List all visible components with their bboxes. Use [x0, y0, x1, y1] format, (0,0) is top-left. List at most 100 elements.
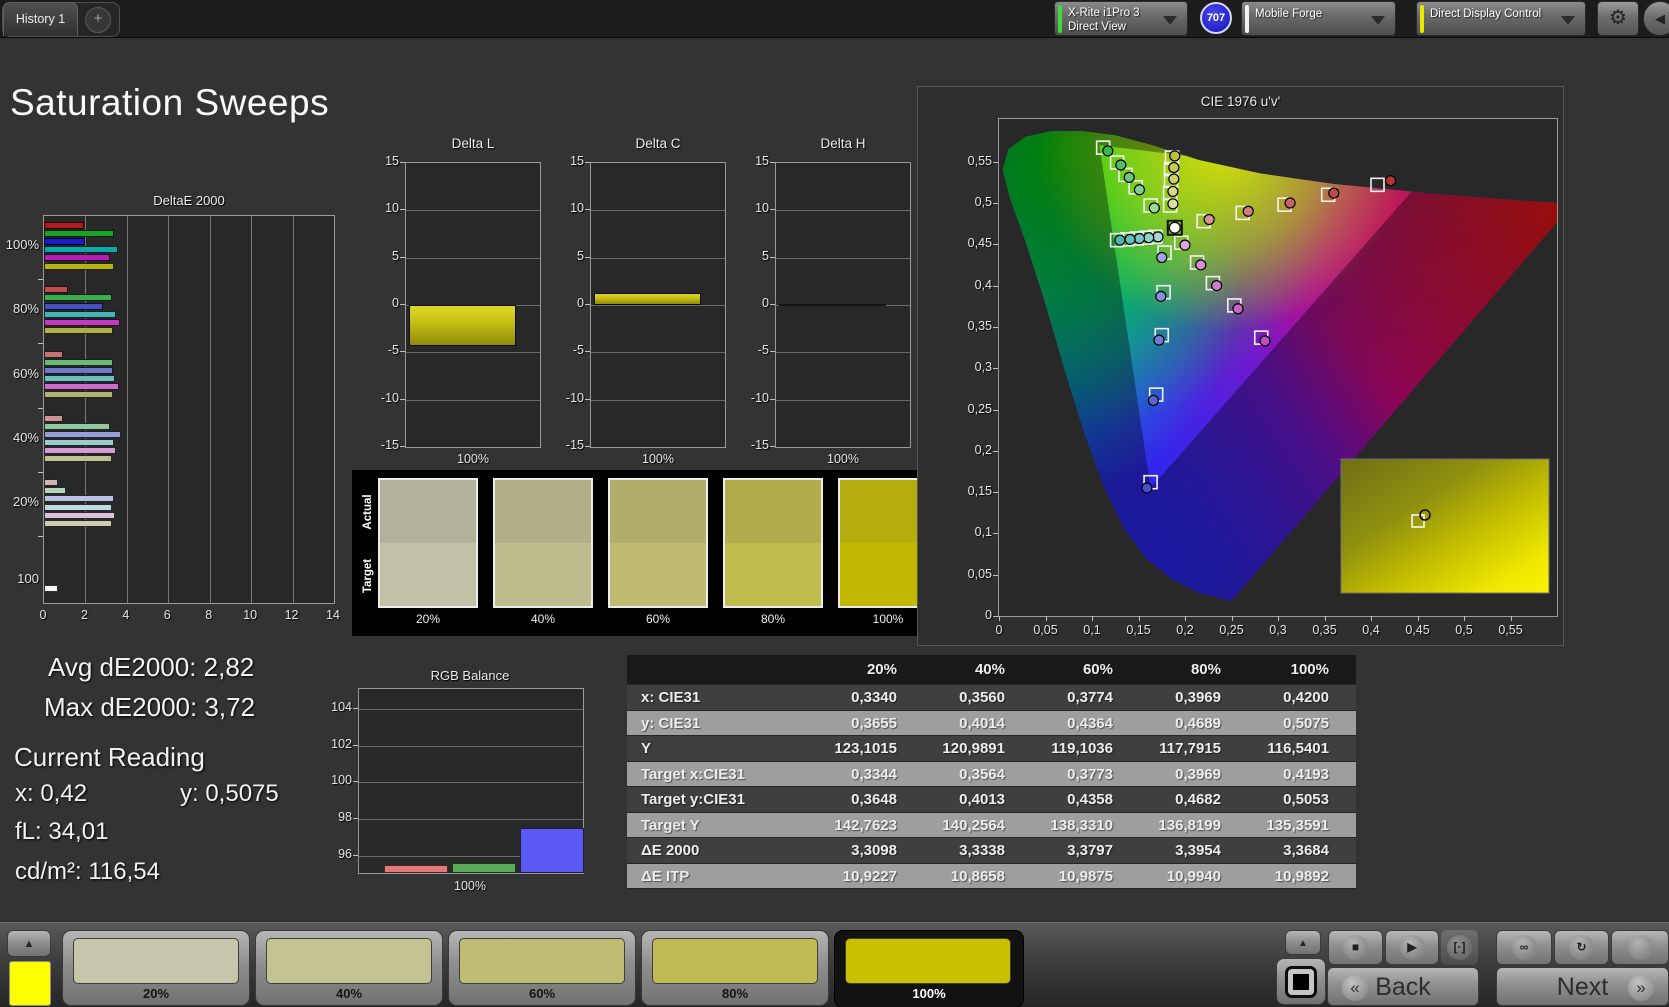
stop-icon: ■: [1343, 935, 1368, 960]
row-value: 0,5053: [1247, 787, 1355, 812]
x-axis-tick: [1278, 616, 1279, 621]
pattern-button-100%[interactable]: 100%: [834, 930, 1024, 1007]
y-axis-tick: [400, 351, 405, 352]
measured-marker-green: [1124, 172, 1134, 182]
y-axis-tick: [993, 410, 998, 411]
actual-color: [380, 480, 476, 543]
pattern-button-40%[interactable]: 40%: [255, 930, 443, 1006]
table-row: x: CIE310,33400,35600,37740,39690,4200: [627, 685, 1356, 711]
row-value: 3,3684: [1247, 838, 1355, 863]
measured-marker-green: [1116, 160, 1126, 170]
loop-infinite-button[interactable]: ∞: [1496, 930, 1552, 965]
source-dropdown[interactable]: Mobile Forge: [1241, 1, 1396, 36]
window-size-up-button[interactable]: ▲: [1285, 930, 1321, 955]
back-button[interactable]: « Back: [1327, 967, 1479, 1006]
stop-button[interactable]: ■: [1328, 930, 1383, 965]
actual-color: [495, 480, 591, 543]
row-value: 135,3591: [1247, 813, 1355, 838]
current-x-value: x: 0,42: [15, 780, 87, 808]
y-axis-tick-label: 15: [735, 154, 769, 168]
y-axis-tick-label: 0,05: [938, 567, 992, 581]
y-axis-tick-label: 0: [735, 296, 769, 310]
deltae-bar-blue: [44, 238, 85, 245]
display-control-status-stripe: [1420, 5, 1424, 33]
measured-marker-blue: [1148, 395, 1158, 405]
group-label: 80%: [0, 301, 39, 316]
next-button[interactable]: Next »: [1496, 967, 1669, 1006]
group-label: 20%: [0, 494, 39, 509]
collapse-panel-button[interactable]: ◀: [1643, 1, 1669, 36]
tab-history-1[interactable]: History 1: [3, 2, 78, 36]
current-y-value: y: 0,5075: [180, 780, 279, 808]
gear-icon: ⚙: [1609, 7, 1627, 29]
measured-marker-blue: [1142, 483, 1152, 493]
deltae-bar-cyan: [44, 311, 116, 318]
play-button[interactable]: ▶: [1385, 930, 1439, 965]
row-value: 136,8199: [1139, 813, 1247, 838]
pattern-button-20%[interactable]: 20%: [62, 930, 250, 1006]
row-value: 3,3098: [815, 838, 923, 863]
pattern-window-button[interactable]: [1276, 958, 1326, 1005]
deltae-bar-yellow: [44, 327, 113, 334]
chevron-down-icon: [1371, 16, 1385, 25]
y-axis-tick: [585, 209, 590, 210]
x-axis-tick: [1464, 616, 1465, 621]
meter-reading-badge[interactable]: 707: [1200, 2, 1232, 34]
y-axis-tick: [400, 399, 405, 400]
y-axis-tick-label: 0,15: [938, 484, 992, 498]
meter-mode: Direct View: [1068, 20, 1126, 34]
x-axis-tick: [1185, 616, 1186, 621]
deltae-bar-yellow: [44, 391, 113, 398]
x-axis-tick-label: 0,2: [1176, 623, 1193, 637]
meter-dropdown[interactable]: X-Rite i1Pro 3 Direct View: [1054, 1, 1188, 36]
gridline: [127, 216, 128, 603]
cie-horseshoe-svg: [999, 119, 1557, 616]
y-axis-tick: [993, 575, 998, 576]
y-axis-tick-label: 10: [550, 201, 584, 215]
measured-marker-blue: [1154, 335, 1164, 345]
table-header-cell: 40%: [923, 655, 1031, 684]
target-color: [610, 543, 706, 606]
x-axis-category-label: 100%: [755, 452, 931, 466]
deltae-bar-magenta: [44, 447, 116, 454]
cie-chart-title: CIE 1976 u'v': [917, 94, 1564, 109]
x-axis-tick: [1418, 616, 1419, 621]
row-value: 0,3344: [815, 762, 923, 787]
row-value: 0,4193: [1247, 762, 1355, 787]
y-axis-tick: [38, 472, 43, 473]
x-axis-tick: [999, 616, 1000, 621]
step-button[interactable]: [·]: [1441, 930, 1478, 965]
deltae-bar-red: [44, 351, 63, 358]
y-axis-tick-label: -15: [735, 438, 769, 452]
current-fl-value: fL: 34,01: [15, 818, 108, 846]
pattern-up-button[interactable]: ▲: [7, 930, 51, 957]
y-axis-tick-label: 0,5: [938, 195, 992, 209]
deltae-bar-red: [44, 585, 58, 592]
y-axis-tick: [770, 162, 775, 163]
back-button-label: Back: [1375, 973, 1431, 1001]
add-tab-button[interactable]: +: [85, 7, 111, 33]
x-axis-tick-label: 6: [164, 608, 171, 622]
table-row: Target y:CIE310,36480,40130,43580,46820,…: [627, 787, 1356, 813]
y-axis-tick: [585, 257, 590, 258]
chevron-double-right-icon: »: [1628, 975, 1654, 1001]
y-axis-tick: [353, 855, 358, 856]
blank-button[interactable]: [1611, 930, 1669, 965]
y-axis-tick: [770, 351, 775, 352]
deltae-bar-green: [44, 294, 112, 301]
pattern-label: 80%: [642, 986, 828, 1001]
measured-marker-red: [1204, 215, 1214, 225]
row-value: 0,4014: [923, 711, 1031, 736]
measured-marker-magenta: [1260, 336, 1270, 346]
white-point-measured: [1169, 222, 1180, 233]
y-axis-tick-label: -5: [550, 343, 584, 357]
cie-zoom-inset: [1341, 459, 1549, 593]
settings-button[interactable]: ⚙: [1597, 1, 1639, 36]
refresh-button[interactable]: ↻: [1554, 930, 1609, 965]
x-axis-tick-label: 2: [81, 608, 88, 622]
current-pattern-swatch[interactable]: [9, 961, 51, 1006]
display-control-dropdown[interactable]: Direct Display Control: [1416, 1, 1586, 36]
pattern-button-80%[interactable]: 80%: [641, 930, 829, 1006]
row-value: 138,3310: [1031, 813, 1139, 838]
pattern-button-60%[interactable]: 60%: [448, 930, 636, 1006]
